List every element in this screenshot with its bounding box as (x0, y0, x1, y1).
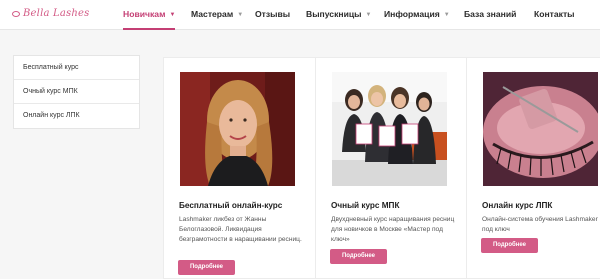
card-title: Очный курс МПК (331, 201, 400, 210)
chevron-down-icon: ▼ (443, 12, 450, 18)
nav-item-baza-znaniy[interactable]: База знаний (464, 0, 516, 30)
nav-label: Отзывы (255, 9, 291, 19)
card-description: Lashmaker ликбез от Жанны Белоглазовой. … (179, 216, 302, 243)
nav-item-masteram[interactable]: Мастерам ▼ (191, 0, 243, 30)
nav-item-vypusknicy[interactable]: Выпускницы ▼ (306, 0, 371, 30)
eyelash-extension-closeup-photo[interactable] (483, 72, 598, 186)
details-button[interactable]: Подробнее (178, 260, 235, 275)
details-button[interactable]: Подробнее (481, 238, 538, 253)
nav-item-informaciya[interactable]: Информация ▼ (384, 0, 450, 30)
chevron-down-icon: ▼ (169, 12, 176, 18)
eye-logo-icon (12, 10, 20, 17)
nav-label: Контакты (534, 9, 575, 19)
course-card-lpk: Онлайн курс ЛПК Онлайн-система обучения … (466, 57, 600, 279)
card-title: Онлайн курс ЛПК (482, 201, 553, 210)
nav-item-kontakty[interactable]: Контакты (534, 0, 575, 30)
graduates-with-diplomas-photo[interactable] (332, 72, 447, 186)
logo-text: Bella Lashes (23, 8, 90, 19)
site-header: Bella Lashes Новичкам ▼ Мастерам ▼ Отзывы … (0, 0, 600, 30)
site-logo[interactable]: Bella Lashes (12, 8, 89, 19)
nav-item-otzyvy[interactable]: Отзывы (255, 0, 290, 30)
nav-label: Информация (384, 9, 440, 19)
nav-label: База знаний (464, 9, 517, 19)
woman-portrait-photo[interactable] (180, 72, 295, 186)
chevron-down-icon: ▼ (365, 12, 372, 18)
nav-label: Новичкам (123, 9, 166, 19)
card-title: Бесплатный онлайн-курс (179, 201, 283, 210)
card-description: Онлайн-система обучения Lashmaker под кл… (482, 216, 598, 233)
sidebar-item-lpk-course[interactable]: Онлайн курс ЛПК (14, 104, 139, 128)
courses-sidebar: Бесплатный курс Очный курс МПК Онлайн ку… (13, 55, 140, 129)
card-description: Двухдневный курс наращивания ресниц для … (331, 216, 455, 243)
details-button[interactable]: Подробнее (330, 249, 387, 264)
sidebar-item-free-course[interactable]: Бесплатный курс (14, 56, 139, 80)
nav-item-novichkam[interactable]: Новичкам ▼ (123, 0, 176, 30)
nav-label: Выпускницы (306, 9, 362, 19)
nav-label: Мастерам (191, 9, 234, 19)
sidebar-item-mpk-course[interactable]: Очный курс МПК (14, 80, 139, 104)
course-card-free: Бесплатный онлайн-курс Lashmaker ликбез … (163, 57, 316, 279)
chevron-down-icon: ▼ (237, 12, 244, 18)
course-card-mpk: Очный курс МПК Двухдневный курс наращива… (315, 57, 468, 279)
